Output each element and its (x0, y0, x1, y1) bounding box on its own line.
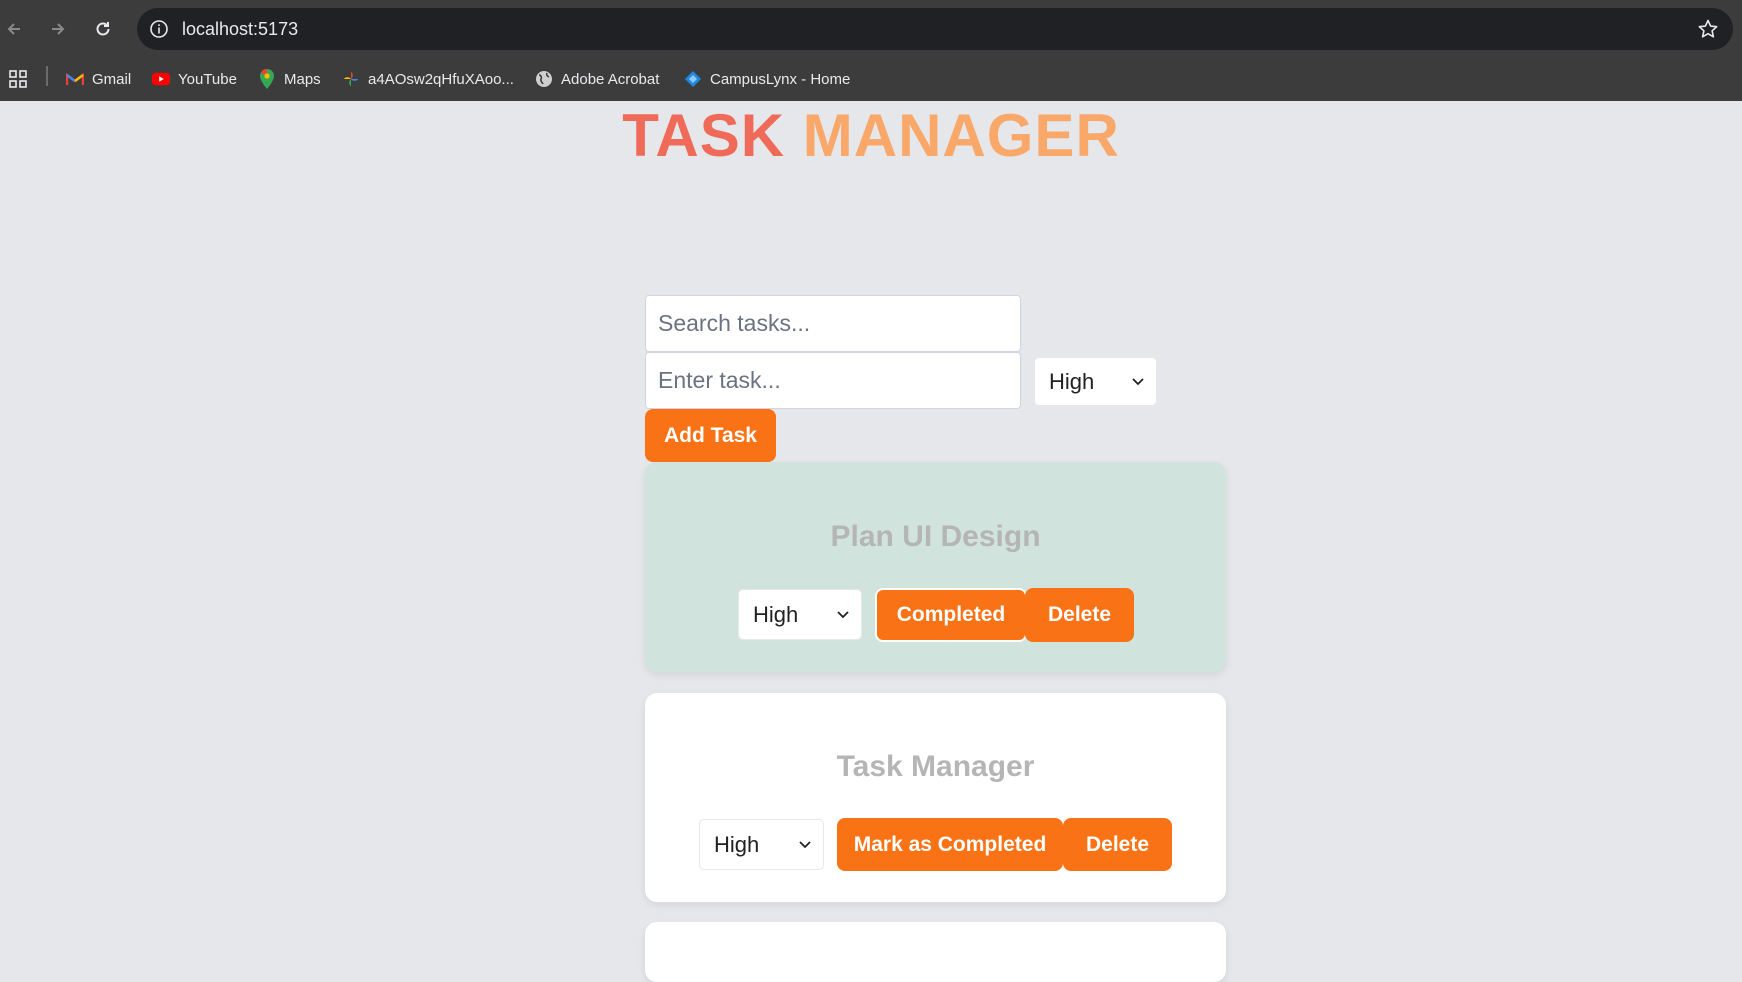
task-priority-select[interactable]: High (738, 589, 862, 640)
add-task-button[interactable]: Add Task (645, 409, 776, 462)
app-page: TASK MANAGER Search tasks... Enter task.… (0, 101, 1742, 982)
search-input[interactable]: Search tasks... (645, 295, 1021, 352)
browser-toolbar: localhost:5173 (0, 0, 1742, 57)
task-card: Plan UI Design High Completed Delete (645, 462, 1226, 672)
priority-select-value: High (1049, 368, 1095, 394)
browser-chrome: localhost:5173 Gmail YouTube Maps a4AOsw… (0, 0, 1742, 101)
delete-button[interactable]: Delete (1025, 588, 1134, 642)
task-title: Task Manager (836, 750, 1035, 783)
task-input[interactable]: Enter task... (645, 352, 1021, 409)
bookmark-gmail[interactable]: Gmail (66, 66, 131, 92)
globe-icon (535, 70, 553, 88)
bookmark-youtube[interactable]: YouTube (152, 66, 237, 92)
priority-select[interactable]: High (1034, 357, 1157, 406)
photos-icon (342, 70, 360, 88)
chevron-down-icon (1132, 377, 1144, 385)
maps-icon (258, 69, 276, 89)
site-info-icon[interactable] (149, 19, 169, 39)
task-priority-value: High (714, 831, 760, 857)
chevron-down-icon (837, 610, 849, 618)
forward-icon[interactable] (44, 15, 72, 43)
url-text: localhost:5173 (182, 19, 299, 39)
campuslynx-icon (684, 70, 702, 88)
title-manager: MANAGER (802, 102, 1120, 169)
task-card: Task Manager High Mark as Completed Dele… (645, 693, 1226, 902)
bookmark-photos[interactable]: a4AOsw2qHfuXAoo... (342, 66, 514, 92)
delete-button[interactable]: Delete (1063, 818, 1172, 871)
title-task: TASK (622, 102, 786, 169)
mark-completed-button[interactable]: Mark as Completed (837, 818, 1063, 871)
gmail-icon (66, 70, 84, 88)
bookmark-label: CampusLynx - Home (710, 70, 851, 88)
bookmark-label: Maps (284, 70, 321, 88)
bookmarks-divider (46, 66, 48, 86)
address-bar[interactable]: localhost:5173 (137, 8, 1733, 50)
task-priority-select[interactable]: High (699, 819, 824, 870)
bookmark-campuslynx[interactable]: CampusLynx - Home (684, 66, 850, 92)
reload-icon[interactable] (89, 15, 117, 43)
apps-grid-icon[interactable] (8, 66, 28, 92)
task-title: Plan UI Design (830, 520, 1041, 553)
bookmark-label: YouTube (178, 70, 237, 88)
page-title: TASK MANAGER (0, 101, 1742, 171)
bookmark-maps[interactable]: Maps (258, 66, 321, 92)
bookmark-label: Adobe Acrobat (561, 70, 660, 88)
bookmark-star-icon[interactable] (1697, 18, 1719, 40)
task-card (645, 922, 1226, 982)
chevron-down-icon (799, 840, 811, 848)
task-priority-value: High (753, 601, 799, 627)
bookmark-label: a4AOsw2qHfuXAoo... (368, 70, 514, 88)
back-icon[interactable] (0, 15, 28, 43)
youtube-icon (152, 70, 170, 88)
completed-button[interactable]: Completed (875, 588, 1027, 642)
bookmark-label: Gmail (92, 70, 132, 88)
bookmarks-bar: Gmail YouTube Maps a4AOsw2qHfuXAoo... Ad (0, 57, 1742, 101)
bookmark-adobe-acrobat[interactable]: Adobe Acrobat (535, 66, 659, 92)
